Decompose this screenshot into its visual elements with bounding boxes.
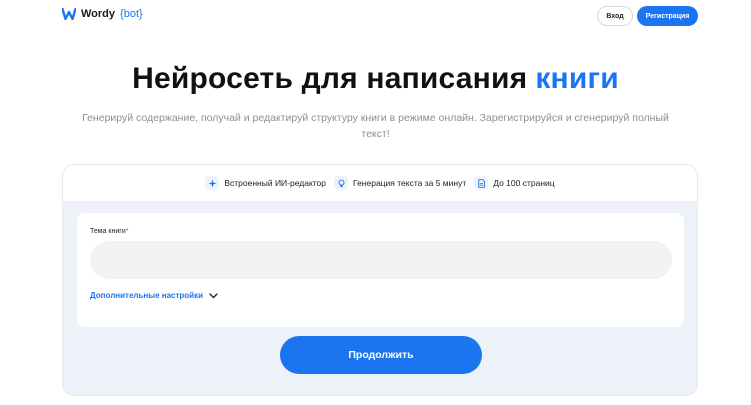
chevron-down-icon [209,292,218,298]
continue-button[interactable]: Продолжить [280,336,482,374]
page-title-accent: книги [535,62,619,95]
document-icon [474,176,489,190]
form-panel: Тема книги* Дополнительные настройки Про… [63,201,697,395]
feature-label: Генерация текста за 5 минут [353,178,467,188]
book-topic-label-text: Тема книги [90,228,126,235]
page-title-main: Нейросеть для написания [132,62,528,95]
required-mark: * [125,228,129,235]
register-button[interactable]: Регистрация [637,6,698,26]
advanced-settings-toggle[interactable]: Дополнительные настройки [90,291,218,300]
feature-item: Генерация текста за 5 минут [334,176,466,190]
page-title: Нейросеть для написания книги [0,62,751,96]
generator-card: Встроенный ИИ-редактор Генерация текста … [62,164,698,396]
sparkle-icon [205,176,220,190]
logo-bot-mark: {bot} [120,8,143,20]
login-button[interactable]: Вход [597,6,633,26]
form-box: Тема книги* Дополнительные настройки [77,213,684,327]
lightbulb-icon [334,176,349,190]
feature-list: Встроенный ИИ-редактор Генерация текста … [63,165,697,201]
book-topic-input[interactable] [90,241,672,279]
advanced-settings-label: Дополнительные настройки [90,291,203,300]
logo-wordmark: Wordy [81,8,116,20]
book-topic-label: Тема книги* [90,228,128,235]
feature-item: Встроенный ИИ-редактор [205,176,326,190]
feature-item: До 100 страниц [474,176,555,190]
top-bar: Wordy {bot} Вход Регистрация [0,0,751,34]
feature-label: Встроенный ИИ-редактор [224,178,327,188]
logo[interactable]: Wordy {bot} [62,8,143,20]
feature-label: До 100 страниц [493,178,555,188]
page-subtitle: Генерируй содержание, получай и редактир… [82,112,669,140]
logo-w-icon [62,8,76,20]
